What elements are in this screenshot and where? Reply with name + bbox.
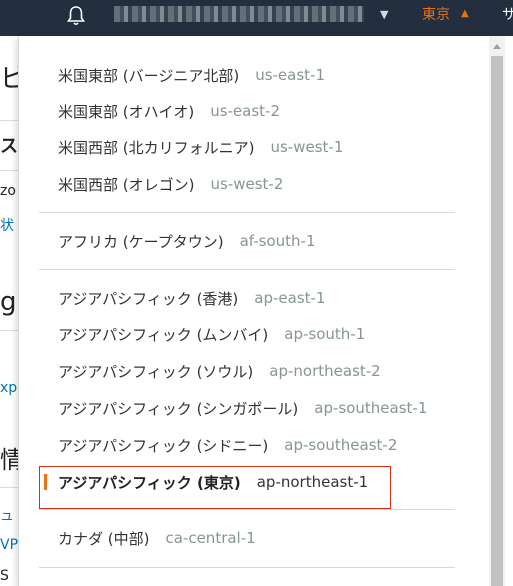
region-caret-up-icon[interactable]: ▲	[461, 8, 469, 19]
region-name: カナダ (中部)	[58, 529, 150, 548]
top-navigation-bar: ▼ 東京 ▲ サ	[0, 0, 513, 36]
bg-link-fragment[interactable]: VP	[0, 537, 18, 553]
region-code: us-east-1	[255, 66, 325, 84]
region-item-ap-south-1[interactable]: アジアパシフィック (ムンバイ) ap-south-1	[19, 319, 479, 349]
bg-divider	[0, 120, 18, 121]
bg-heading-fragment: g	[0, 287, 17, 317]
bg-text-fragment: S	[0, 568, 9, 584]
scroll-up-arrow-icon[interactable]	[489, 42, 505, 52]
region-item-us-east-2[interactable]: 米国東部 (オハイオ) us-east-2	[19, 96, 479, 126]
scrollbar-thumb[interactable]	[491, 56, 503, 586]
bg-link-fragment[interactable]: 状	[0, 215, 14, 235]
region-name: 米国西部 (北カリフォルニア)	[58, 138, 255, 157]
region-group-divider	[39, 509, 455, 510]
region-name: アジアパシフィック (香港)	[58, 289, 239, 308]
selected-region-highlight-box	[39, 466, 391, 509]
region-code: us-west-2	[210, 175, 284, 193]
region-code: ap-southeast-1	[314, 399, 428, 417]
region-name: 米国西部 (オレゴン)	[58, 175, 195, 194]
region-code: us-east-2	[210, 102, 280, 120]
region-code: ap-southeast-2	[284, 436, 398, 454]
region-selector-label[interactable]: 東京	[422, 4, 450, 24]
account-menu-caret-icon[interactable]: ▼	[380, 8, 388, 21]
bg-divider	[0, 487, 18, 488]
region-name: 米国東部 (オハイオ)	[58, 102, 195, 121]
bg-label-fragment: ス	[0, 136, 18, 157]
region-group-divider	[39, 567, 455, 568]
region-item-ca-central-1[interactable]: カナダ (中部) ca-central-1	[19, 523, 479, 553]
region-code: ap-northeast-2	[269, 362, 381, 380]
notifications-bell-icon[interactable]	[64, 4, 88, 28]
bg-divider	[0, 170, 18, 171]
region-group-divider	[39, 212, 455, 213]
region-name: アジアパシフィック (シドニー)	[58, 436, 269, 455]
region-name: アジアパシフィック (シンガポール)	[58, 399, 299, 418]
region-item-us-east-1[interactable]: 米国東部 (バージニア北部) us-east-1	[19, 60, 479, 90]
region-code: ap-south-1	[284, 325, 366, 343]
region-code: af-south-1	[239, 232, 316, 250]
account-name-masked[interactable]	[114, 6, 364, 22]
region-name: 米国東部 (バージニア北部)	[58, 66, 240, 85]
region-item-af-south-1[interactable]: アフリカ (ケープタウン) af-south-1	[19, 226, 479, 256]
bg-text-fragment: zo	[0, 183, 16, 199]
support-menu-clipped[interactable]: サ	[502, 4, 513, 24]
region-group-divider	[39, 269, 455, 270]
region-code: us-west-1	[270, 138, 344, 156]
region-item-ap-east-1[interactable]: アジアパシフィック (香港) ap-east-1	[19, 283, 479, 313]
bg-link-fragment[interactable]: ュ	[0, 505, 14, 525]
bg-divider	[0, 330, 18, 331]
region-code: ap-east-1	[254, 289, 326, 307]
region-item-ap-northeast-2[interactable]: アジアパシフィック (ソウル) ap-northeast-2	[19, 356, 479, 386]
region-code: ca-central-1	[165, 529, 256, 547]
region-item-ap-southeast-1[interactable]: アジアパシフィック (シンガポール) ap-southeast-1	[19, 393, 479, 423]
region-name: アジアパシフィック (ソウル)	[58, 362, 254, 381]
bg-link-fragment[interactable]: xp	[0, 380, 17, 396]
region-name: アフリカ (ケープタウン)	[58, 232, 224, 251]
region-name: アジアパシフィック (ムンバイ)	[58, 325, 269, 344]
dropdown-scrollbar[interactable]	[489, 36, 505, 586]
region-dropdown-menu: 米国東部 (バージニア北部) us-east-1 米国東部 (オハイオ) us-…	[18, 36, 513, 586]
region-item-ap-southeast-2[interactable]: アジアパシフィック (シドニー) ap-southeast-2	[19, 430, 479, 460]
region-item-us-west-1[interactable]: 米国西部 (北カリフォルニア) us-west-1	[19, 132, 479, 162]
region-item-us-west-2[interactable]: 米国西部 (オレゴン) us-west-2	[19, 169, 479, 199]
